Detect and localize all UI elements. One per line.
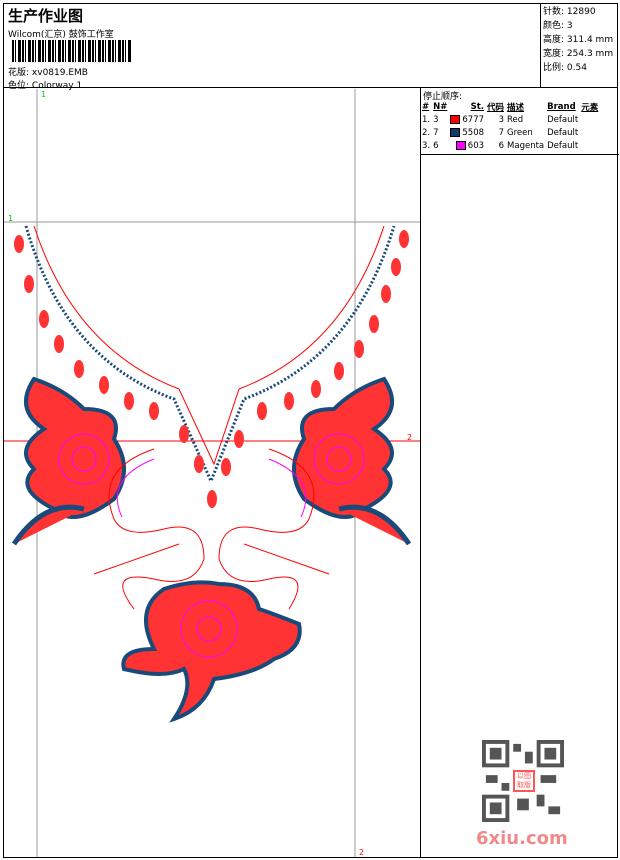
- guide-label-h2: 2: [407, 433, 412, 442]
- col-code: 代码: [487, 102, 505, 113]
- petal: [399, 230, 409, 248]
- petal: [334, 362, 344, 380]
- petal: [381, 285, 391, 303]
- table-row: 2. 7 5508 7 Green Default: [422, 127, 579, 138]
- table-header: # N# St. 代码 描述 Brand 元素: [422, 100, 601, 113]
- color-swatch: [450, 114, 461, 124]
- col-stitches: St.: [470, 101, 485, 112]
- design-file: 花版: xv0819.EMB: [8, 65, 88, 78]
- barcode: [12, 40, 132, 62]
- petal: [24, 275, 34, 293]
- petal: [99, 376, 109, 394]
- petal: [284, 392, 294, 410]
- design-file-label: 花版:: [8, 68, 30, 78]
- table-row: 3. 6 603 6 Magenta Default: [422, 140, 579, 151]
- design-stats: 针数: 12890 颜色: 3 高度: 311.4 mm 宽度: 254.3 m…: [540, 3, 618, 88]
- col-element: 元素: [581, 102, 599, 113]
- col-brand: Brand: [547, 101, 576, 112]
- col-index: #: [422, 101, 430, 112]
- stop-sequence-table: # N# St. 代码 描述 Brand 元素 1. 3 6777 3 Red Defau…: [422, 100, 601, 152]
- table-row: 1. 3 6777 3 Red Default: [422, 114, 579, 125]
- col-desc: 描述: [507, 102, 525, 113]
- motif-bottom: [121, 580, 302, 723]
- col-needle: N#: [433, 101, 448, 112]
- petal: [74, 360, 84, 378]
- petal: [39, 310, 49, 328]
- stat-stitches: 针数: 12890: [543, 7, 596, 17]
- petal: [14, 235, 24, 253]
- petal: [391, 258, 401, 276]
- petal: [354, 340, 364, 358]
- guide-label-v1: 1: [41, 90, 46, 99]
- company-name: Wilcom(汇京) 鼓饰工作室: [8, 30, 114, 40]
- guide-label-v2: 2: [359, 848, 364, 857]
- stat-height: 高度: 311.4 mm: [543, 35, 614, 45]
- petal: [234, 430, 244, 448]
- divider: [421, 154, 619, 155]
- stat-colors: 颜色: 3: [543, 21, 573, 31]
- watermark-stamp: 以图取版: [513, 770, 535, 792]
- petal: [221, 458, 231, 476]
- embroidery-preview: 1 1 2 2: [4, 89, 420, 857]
- petal: [124, 392, 134, 410]
- page-title: 生产作业图: [8, 7, 84, 25]
- guide-label-h1: 1: [8, 214, 13, 223]
- color-swatch: [450, 127, 461, 137]
- petal: [207, 490, 217, 508]
- motif-right: [292, 376, 412, 546]
- design-file-value: xv0819.EMB: [31, 68, 88, 78]
- header: 生产作业图 Wilcom(汇京) 鼓饰工作室 花版: xv0819.EMB 色位…: [3, 3, 541, 91]
- petal: [194, 455, 204, 473]
- petal: [54, 335, 64, 353]
- color-swatch: [455, 140, 466, 150]
- watermark-site: 6xiu.com: [476, 828, 568, 849]
- petal: [369, 315, 379, 333]
- petal: [311, 380, 321, 398]
- stat-width: 宽度: 254.3 mm: [543, 49, 614, 59]
- petal: [179, 425, 189, 443]
- motif-left: [11, 376, 126, 546]
- stat-scale: 比例: 0.54: [543, 63, 587, 73]
- petal: [257, 402, 267, 420]
- petal: [149, 402, 159, 420]
